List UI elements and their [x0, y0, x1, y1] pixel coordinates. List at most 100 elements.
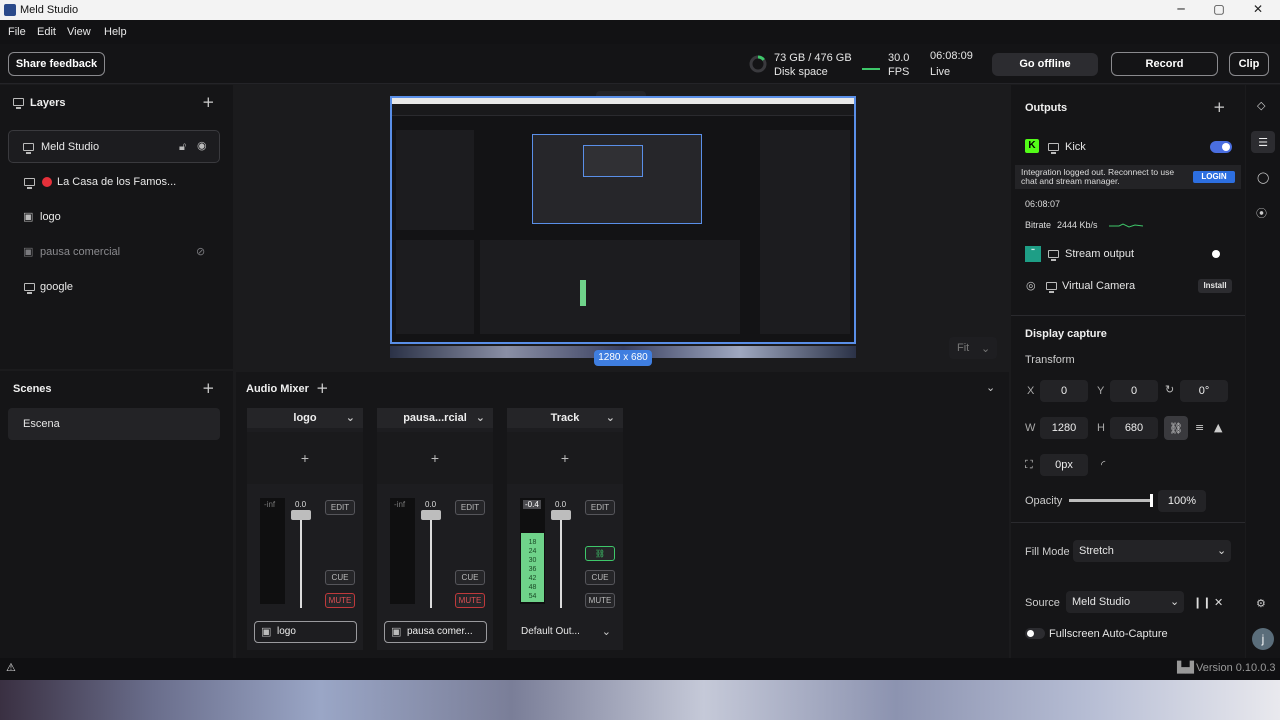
fader-knob[interactable]: [421, 510, 441, 520]
preview-canvas[interactable]: [390, 96, 856, 344]
media-icon: ▣: [23, 245, 34, 258]
opacity-slider-thumb[interactable]: [1150, 494, 1153, 507]
layer-item-la-casa[interactable]: La Casa de los Famos...: [8, 166, 220, 199]
login-button[interactable]: LOGIN: [1193, 171, 1235, 183]
flip-vertical-icon[interactable]: ▲: [1214, 421, 1222, 434]
pause-icon[interactable]: ❙❙: [1193, 596, 1211, 609]
menu-help[interactable]: Help: [104, 26, 127, 38]
eye-icon[interactable]: ◉: [197, 139, 207, 152]
go-offline-button[interactable]: Go offline: [992, 53, 1098, 76]
add-output-icon[interactable]: +: [1213, 98, 1226, 116]
mixer-track-logo: logo ⌄ + -inf 0.0 EDIT CUE MUTE ▣ logo: [247, 408, 363, 650]
track-source[interactable]: ▣ logo: [254, 621, 357, 643]
minimize-icon[interactable]: ─: [1166, 2, 1196, 18]
fill-mode-select[interactable]: Stretch ⌄: [1073, 540, 1231, 562]
y-field[interactable]: 0: [1110, 380, 1158, 402]
stream-output-status[interactable]: [1212, 250, 1220, 258]
fader-knob[interactable]: [551, 510, 571, 520]
add-filter-icon[interactable]: +: [507, 432, 623, 484]
track-header[interactable]: logo ⌄: [247, 408, 363, 428]
clip-button[interactable]: Clip: [1229, 52, 1269, 76]
fullscreen-toggle[interactable]: [1025, 628, 1045, 639]
live-label: Live: [930, 66, 951, 78]
layer-item-logo[interactable]: ▣ logo: [8, 201, 220, 234]
settings-gear-icon[interactable]: ⚙: [1256, 597, 1266, 610]
cue-button[interactable]: CUE: [585, 570, 615, 585]
aspect-lock-icon[interactable]: ⛓: [1164, 416, 1188, 440]
eye-hidden-icon[interactable]: ⊘: [196, 245, 205, 258]
add-scene-icon[interactable]: +: [202, 379, 215, 397]
add-filter-icon[interactable]: +: [247, 432, 363, 484]
cue-button[interactable]: CUE: [325, 570, 355, 585]
custom-rtmp-icon: ▪▪: [1025, 246, 1041, 262]
layer-item-google[interactable]: google: [8, 271, 220, 304]
mixer-track-track: Track ⌄ + 18 24 30 36 42 48 54 -0.4 0.0 EDIT ⛓ …: [507, 408, 623, 650]
layer-item-meld-studio[interactable]: Meld Studio 🔓︎ ◉: [8, 130, 220, 163]
mute-button[interactable]: MUTE: [325, 593, 355, 608]
level-meter: 18 24 30 36 42 48 54: [520, 498, 545, 604]
mute-button[interactable]: MUTE: [455, 593, 485, 608]
broadcast-icon[interactable]: ⦿: [1256, 205, 1267, 221]
track-header[interactable]: Track ⌄: [507, 408, 623, 428]
layer-label: logo: [40, 211, 61, 223]
track-name: Track: [550, 412, 580, 424]
fader-knob[interactable]: [291, 510, 311, 520]
corner-radius-icon[interactable]: ◜: [1101, 458, 1105, 471]
version-label: Version 0.10.0.3: [1196, 662, 1276, 674]
flip-horizontal-icon[interactable]: ≡: [1195, 421, 1204, 434]
opacity-field[interactable]: 100%: [1158, 490, 1206, 512]
fullscreen-label: Fullscreen Auto-Capture: [1049, 628, 1168, 640]
mini-outputs: [760, 130, 850, 334]
crop-field[interactable]: 0px: [1040, 454, 1088, 476]
kick-toggle[interactable]: [1210, 141, 1232, 153]
share-feedback-button[interactable]: Share feedback: [8, 52, 105, 76]
track-header[interactable]: pausa...rcial ⌄: [377, 408, 493, 428]
link-icon[interactable]: ⛓: [585, 546, 615, 561]
x-label: X: [1027, 385, 1035, 397]
edit-button[interactable]: EDIT: [585, 500, 615, 515]
menu-view[interactable]: View: [67, 26, 91, 38]
audio-mixer-panel: Audio Mixer + ⌄ logo ⌄ + -inf 0.0 EDIT CU…: [236, 372, 1009, 658]
cue-button[interactable]: CUE: [455, 570, 485, 585]
source-select[interactable]: Meld Studio ⌄: [1066, 591, 1184, 613]
edit-button[interactable]: EDIT: [325, 500, 355, 515]
width-field[interactable]: 1280: [1040, 417, 1088, 439]
unlock-icon[interactable]: 🔓︎: [179, 140, 186, 154]
x-field[interactable]: 0: [1040, 380, 1088, 402]
user-avatar[interactable]: j: [1252, 628, 1274, 650]
properties-icon[interactable]: ☰: [1251, 131, 1275, 153]
layer-label: Meld Studio: [41, 141, 100, 153]
chat-icon[interactable]: ◯: [1257, 171, 1269, 184]
collapse-chevron-icon[interactable]: ⌄: [986, 381, 995, 394]
add-layer-icon[interactable]: +: [202, 93, 215, 111]
install-button[interactable]: Install: [1198, 279, 1232, 293]
h-label: H: [1097, 422, 1105, 434]
mini-mixer: [480, 240, 740, 334]
height-field[interactable]: 680: [1110, 417, 1158, 439]
maximize-icon[interactable]: ▢: [1204, 2, 1234, 18]
track-output-select[interactable]: Default Out... ⌄: [514, 621, 617, 643]
transitions-icon[interactable]: ◇: [1257, 99, 1265, 112]
record-button[interactable]: Record: [1111, 52, 1218, 76]
layer-item-pausa-comercial[interactable]: ▣ pausa comercial ⊘: [8, 236, 220, 269]
edit-button[interactable]: EDIT: [455, 500, 485, 515]
track-source[interactable]: ▣ pausa comer...: [384, 621, 487, 643]
rotation-field[interactable]: 0°: [1180, 380, 1228, 402]
zoom-fit-select[interactable]: Fit ⌄: [949, 337, 997, 359]
menu-file[interactable]: File: [8, 26, 26, 38]
scene-item-escena[interactable]: Escena: [8, 408, 220, 440]
add-track-icon[interactable]: +: [316, 379, 329, 397]
menu-edit[interactable]: Edit: [37, 26, 56, 38]
scene-label: Escena: [23, 418, 60, 430]
opacity-slider[interactable]: [1069, 494, 1153, 507]
app-logo-icon: [4, 4, 16, 16]
mute-button[interactable]: MUTE: [585, 593, 615, 608]
remove-source-icon[interactable]: ✕: [1214, 596, 1223, 609]
add-filter-icon[interactable]: +: [377, 432, 493, 484]
fill-mode-label: Fill Mode: [1025, 546, 1070, 558]
close-icon[interactable]: ✕: [1243, 2, 1273, 18]
warning-icon[interactable]: ⚠: [6, 661, 16, 674]
mixer-track-pausa: pausa...rcial ⌄ + -inf 0.0 EDIT CUE MUTE …: [377, 408, 493, 650]
monitor-icon: [1048, 250, 1059, 261]
mini-preview-nested: [583, 145, 643, 177]
